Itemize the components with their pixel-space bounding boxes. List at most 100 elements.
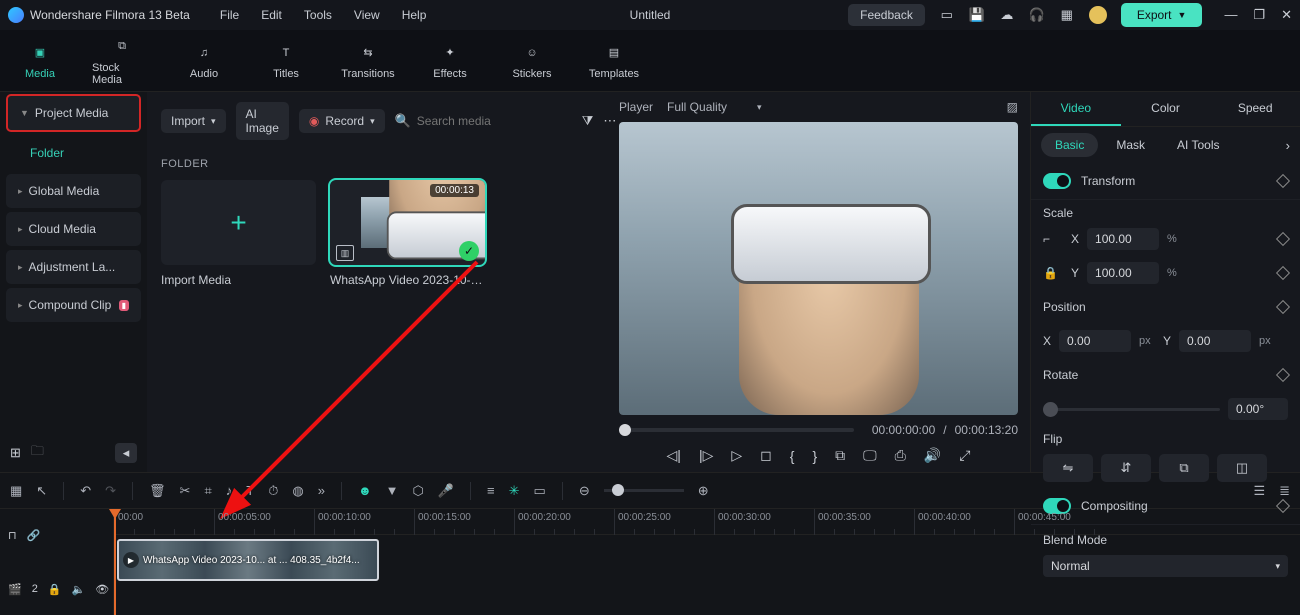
- close-button[interactable]: ✕: [1281, 7, 1292, 23]
- timeline-settings-icon[interactable]: ≣: [1279, 483, 1290, 499]
- time-ruler[interactable]: 00:0000:00:05:0000:00:10:0000:00:15:0000…: [114, 509, 1300, 535]
- crop-button[interactable]: ⧉: [835, 447, 845, 464]
- mic-icon[interactable]: 🎤: [438, 483, 454, 499]
- tab-stickers[interactable]: ☺Stickers: [502, 42, 562, 80]
- fullscreen-button[interactable]: ⤢: [959, 447, 970, 464]
- stop-button[interactable]: ◻: [760, 447, 772, 464]
- headphones-icon[interactable]: 🎧: [1029, 7, 1045, 23]
- more-icon[interactable]: ⋯: [603, 113, 616, 129]
- tab-speed-props[interactable]: Speed: [1210, 92, 1300, 126]
- keyframe-icon[interactable]: [1276, 174, 1290, 188]
- sidebar-item-compound-clip[interactable]: ▸Compound Clip▮: [6, 288, 141, 322]
- keyframe-icon[interactable]: [1276, 232, 1290, 246]
- mark-out-button[interactable]: }: [812, 448, 817, 464]
- zoom-slider[interactable]: [604, 489, 684, 492]
- link-icon[interactable]: 🔗: [27, 529, 41, 542]
- shield-icon[interactable]: ⬡: [413, 483, 424, 499]
- avatar-icon[interactable]: [1089, 6, 1107, 24]
- tab-audio[interactable]: ♫Audio: [174, 42, 234, 80]
- snapshot-icon[interactable]: ▨: [1007, 100, 1018, 114]
- render-icon[interactable]: ▭: [534, 483, 546, 499]
- import-dropdown[interactable]: Import▾: [161, 109, 226, 133]
- zoom-in-button[interactable]: ⊕: [698, 483, 709, 499]
- more-tools-icon[interactable]: »: [318, 483, 325, 498]
- tab-effects[interactable]: ✦Effects: [420, 42, 480, 80]
- section-transform[interactable]: Transform: [1031, 163, 1300, 200]
- mute-icon[interactable]: 🔈: [72, 583, 86, 596]
- sidebar-item-cloud-media[interactable]: ▸Cloud Media: [6, 212, 141, 246]
- link-icon[interactable]: ⌐: [1043, 232, 1063, 246]
- sidebar-item-project-media[interactable]: ▼ Project Media: [6, 94, 141, 132]
- search-input[interactable]: [417, 114, 572, 128]
- mark-in-button[interactable]: {: [790, 448, 795, 464]
- speed-tool-icon[interactable]: ⏱: [268, 483, 278, 499]
- undo-button[interactable]: ↶: [80, 483, 91, 499]
- sidebar-folder-label[interactable]: Folder: [0, 134, 147, 172]
- prev-frame-button[interactable]: ◁|: [667, 447, 681, 464]
- menu-help[interactable]: Help: [402, 8, 427, 22]
- camera-icon[interactable]: ⎙: [895, 447, 906, 464]
- collapse-sidebar-button[interactable]: ◂: [115, 443, 137, 463]
- search-media[interactable]: 🔍: [395, 113, 572, 129]
- flip-reset-button[interactable]: ◫: [1217, 454, 1267, 482]
- keyframe-icon[interactable]: [1276, 300, 1290, 314]
- new-folder-icon[interactable]: 🗀: [31, 442, 44, 464]
- play-from-start-button[interactable]: |▷: [699, 447, 713, 464]
- pos-y-input[interactable]: 0.00: [1179, 330, 1251, 352]
- save-icon[interactable]: 💾: [969, 7, 985, 23]
- screen-icon[interactable]: ▭: [939, 7, 955, 23]
- apps-icon[interactable]: ▦: [1059, 7, 1075, 23]
- flip-copy-button[interactable]: ⧉: [1159, 454, 1209, 482]
- subtab-mask[interactable]: Mask: [1102, 133, 1159, 157]
- chevron-right-icon[interactable]: ›: [1286, 138, 1290, 153]
- quality-dropdown[interactable]: Full Quality▾: [667, 100, 762, 114]
- magnet-icon[interactable]: ⊓: [8, 529, 17, 542]
- split-button[interactable]: ✂: [180, 483, 191, 499]
- lock-icon[interactable]: 🔒: [1043, 266, 1063, 280]
- ai-button[interactable]: ☻: [358, 483, 372, 498]
- scale-x-input[interactable]: 100.00: [1087, 228, 1159, 250]
- transform-toggle[interactable]: [1043, 173, 1071, 189]
- lock-icon[interactable]: 🔒: [48, 583, 62, 596]
- flip-horizontal-button[interactable]: ⇋: [1043, 454, 1093, 482]
- rotate-input[interactable]: 0.00°: [1228, 398, 1288, 420]
- timeline-view-icon[interactable]: ☰: [1253, 483, 1265, 499]
- subtab-basic[interactable]: Basic: [1041, 133, 1098, 157]
- color-tool-icon[interactable]: ◍: [292, 483, 303, 499]
- filter-icon[interactable]: ⧩: [582, 113, 594, 129]
- tab-video-props[interactable]: Video: [1031, 92, 1121, 126]
- tab-color-props[interactable]: Color: [1121, 92, 1211, 126]
- timeline-clip[interactable]: ▶ WhatsApp Video 2023-10... at ... 408.3…: [117, 539, 379, 581]
- volume-button[interactable]: 🔊: [924, 447, 941, 464]
- crop-tool-button[interactable]: ⌗: [204, 483, 211, 499]
- minimize-button[interactable]: —: [1224, 7, 1237, 23]
- menu-file[interactable]: File: [220, 8, 239, 22]
- tab-templates[interactable]: ▤Templates: [584, 42, 644, 80]
- keyframe-icon[interactable]: [1276, 368, 1290, 382]
- rotate-slider[interactable]: [1043, 408, 1220, 411]
- tab-stock-media[interactable]: ⧉Stock Media: [92, 36, 152, 86]
- seek-bar[interactable]: [619, 428, 854, 432]
- record-dropdown[interactable]: ◉Record▾: [299, 109, 385, 133]
- audio-tool-icon[interactable]: ♪: [226, 483, 233, 498]
- flip-vertical-button[interactable]: ⇵: [1101, 454, 1151, 482]
- visibility-icon[interactable]: 👁: [95, 583, 109, 596]
- feedback-button[interactable]: Feedback: [848, 4, 925, 26]
- tab-media[interactable]: ▣Media: [10, 42, 70, 80]
- text-tool-icon[interactable]: T: [246, 483, 254, 498]
- keyframe-icon[interactable]: [1276, 266, 1290, 280]
- import-media-tile[interactable]: + Import Media: [161, 180, 316, 287]
- playhead[interactable]: [114, 509, 116, 615]
- delete-button[interactable]: 🗑: [149, 483, 166, 499]
- scale-y-input[interactable]: 100.00: [1087, 262, 1159, 284]
- cloud-icon[interactable]: ☁: [999, 7, 1015, 23]
- pointer-icon[interactable]: ↖: [36, 483, 47, 499]
- menu-view[interactable]: View: [354, 8, 380, 22]
- media-clip-tile[interactable]: 00:00:13 ▥ ✓ WhatsApp Video 2023-10-05..…: [330, 180, 485, 287]
- timeline-tracks[interactable]: 00:0000:00:05:0000:00:10:0000:00:15:0000…: [114, 509, 1300, 615]
- tab-titles[interactable]: TTitles: [256, 42, 316, 80]
- maximize-button[interactable]: ❐: [1253, 7, 1265, 23]
- grid-icon[interactable]: ▦: [10, 483, 22, 499]
- menu-edit[interactable]: Edit: [261, 8, 282, 22]
- sidebar-item-adjustment-layer[interactable]: ▸Adjustment La...: [6, 250, 141, 284]
